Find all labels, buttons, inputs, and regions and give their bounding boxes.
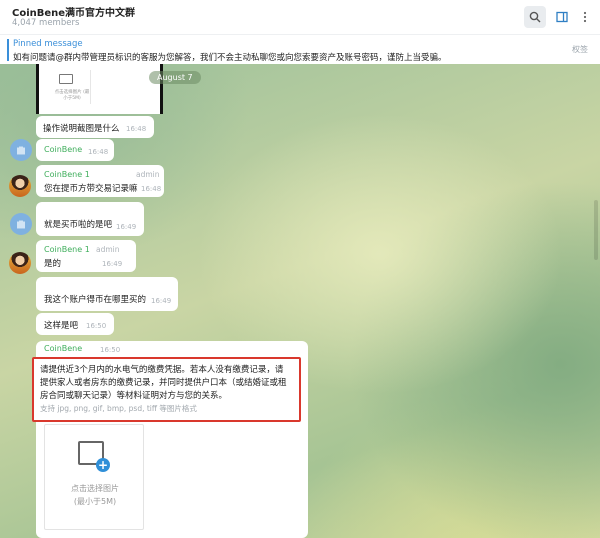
more-button[interactable]: [574, 6, 596, 28]
message-text: 是的: [44, 259, 62, 269]
message-text: 操作说明截图是什么: [43, 124, 120, 134]
sender-name[interactable]: CoinBene 1: [44, 245, 90, 254]
image-preview: 点击选择图片 (最小于5M): [51, 70, 91, 104]
pinned-indicator: [7, 39, 9, 61]
sender-name[interactable]: CoinBene: [44, 145, 82, 154]
upload-image-card[interactable]: + 点击选择图片 (最小于5M): [44, 424, 144, 530]
message-time: 16:48: [88, 148, 109, 156]
requirement-line: 提供家人或者房东的缴费记录，并同时提供户口本（或结婚证或租: [40, 378, 287, 388]
sidebar-toggle-button[interactable]: [551, 6, 573, 28]
message-time: 16:50: [86, 322, 107, 330]
message-text: 我这个账户得币在哪里买的: [44, 295, 147, 305]
message-bubble[interactable]: 我这个账户得币在哪里买的 16:49: [36, 277, 178, 311]
hands-icon: [17, 146, 25, 155]
message-bubble[interactable]: 操作说明截图是什么 16:48: [36, 116, 154, 138]
search-button[interactable]: [524, 6, 546, 28]
requirement-line: 请提供近3个月内的水电气的缴费凭据。若本人没有缴费记录，请: [40, 365, 284, 375]
pinned-side-text: 权签: [572, 45, 588, 54]
message-bubble[interactable]: 这样是吧 16:50: [36, 313, 114, 335]
monitor-icon: [59, 74, 73, 84]
avatar[interactable]: [9, 175, 31, 197]
search-icon: [529, 11, 541, 23]
message-time: 16:50: [100, 346, 121, 354]
message-bubble[interactable]: 就是买币啦的是吧 16:49: [36, 202, 144, 236]
more-vertical-icon: [583, 11, 587, 23]
sender-name[interactable]: CoinBene: [44, 344, 82, 353]
sender-name[interactable]: CoinBene 1: [44, 170, 90, 179]
requirement-line: 房合同或聊天记录）等材料证明对方与您的关系。: [40, 391, 228, 401]
message-text: 这样是吧: [44, 321, 79, 331]
scrollbar[interactable]: [594, 200, 598, 260]
pinned-message[interactable]: Pinned message 如有问题请@群内带管理员标识的客服为您解答，我们不…: [0, 34, 600, 64]
message-text: 您在提币方带交易记录嘛: [44, 184, 138, 194]
message-text: 就是买币啦的是吧: [44, 220, 113, 230]
avatar[interactable]: [9, 252, 31, 274]
message-time: 16:49: [116, 223, 137, 231]
admin-badge: admin: [136, 170, 160, 179]
plus-icon: +: [96, 458, 110, 472]
admin-badge: admin: [96, 245, 120, 254]
upload-size-hint: (最小于5M): [73, 497, 117, 506]
highlighted-requirement: 请提供近3个月内的水电气的缴费凭据。若本人没有缴费记录，请 提供家人或者房东的缴…: [32, 357, 301, 422]
message-bubble[interactable]: CoinBene 16:48: [36, 139, 114, 161]
hands-icon: [17, 220, 25, 229]
pinned-text: 如有问题请@群内带管理员标识的客服为您解答，我们不会主动私聊您或向您索要资产及账…: [13, 53, 447, 63]
chat-header: CoinBene满币官方中文群 4,047 members: [0, 0, 600, 34]
message-bubble[interactable]: CoinBene 1 admin 您在提币方带交易记录嘛 16:48: [36, 165, 164, 197]
message-bubble[interactable]: CoinBene 1 admin 是的 16:49: [36, 240, 136, 272]
date-separator: August 7: [149, 71, 201, 84]
message-time: 16:48: [126, 125, 147, 133]
chat-title[interactable]: CoinBene满币官方中文群: [12, 4, 135, 19]
pinned-label: Pinned message: [13, 39, 83, 49]
avatar[interactable]: [10, 139, 32, 161]
message-time: 16:48: [141, 185, 162, 193]
avatar[interactable]: [10, 213, 32, 235]
message-time: 16:49: [102, 260, 123, 268]
image-message[interactable]: 点击选择图片 (最小于5M): [36, 64, 163, 114]
upload-label: 点击选择图片: [71, 484, 119, 493]
sidebar-icon: [556, 11, 568, 23]
image-preview-caption: 点击选择图片 (最小于5M): [54, 90, 90, 101]
member-count: 4,047 members: [12, 18, 80, 28]
message-time: 16:49: [151, 297, 172, 305]
format-hint: 支持 jpg, png, gif, bmp, psd, tiff 等图片格式: [40, 404, 197, 413]
